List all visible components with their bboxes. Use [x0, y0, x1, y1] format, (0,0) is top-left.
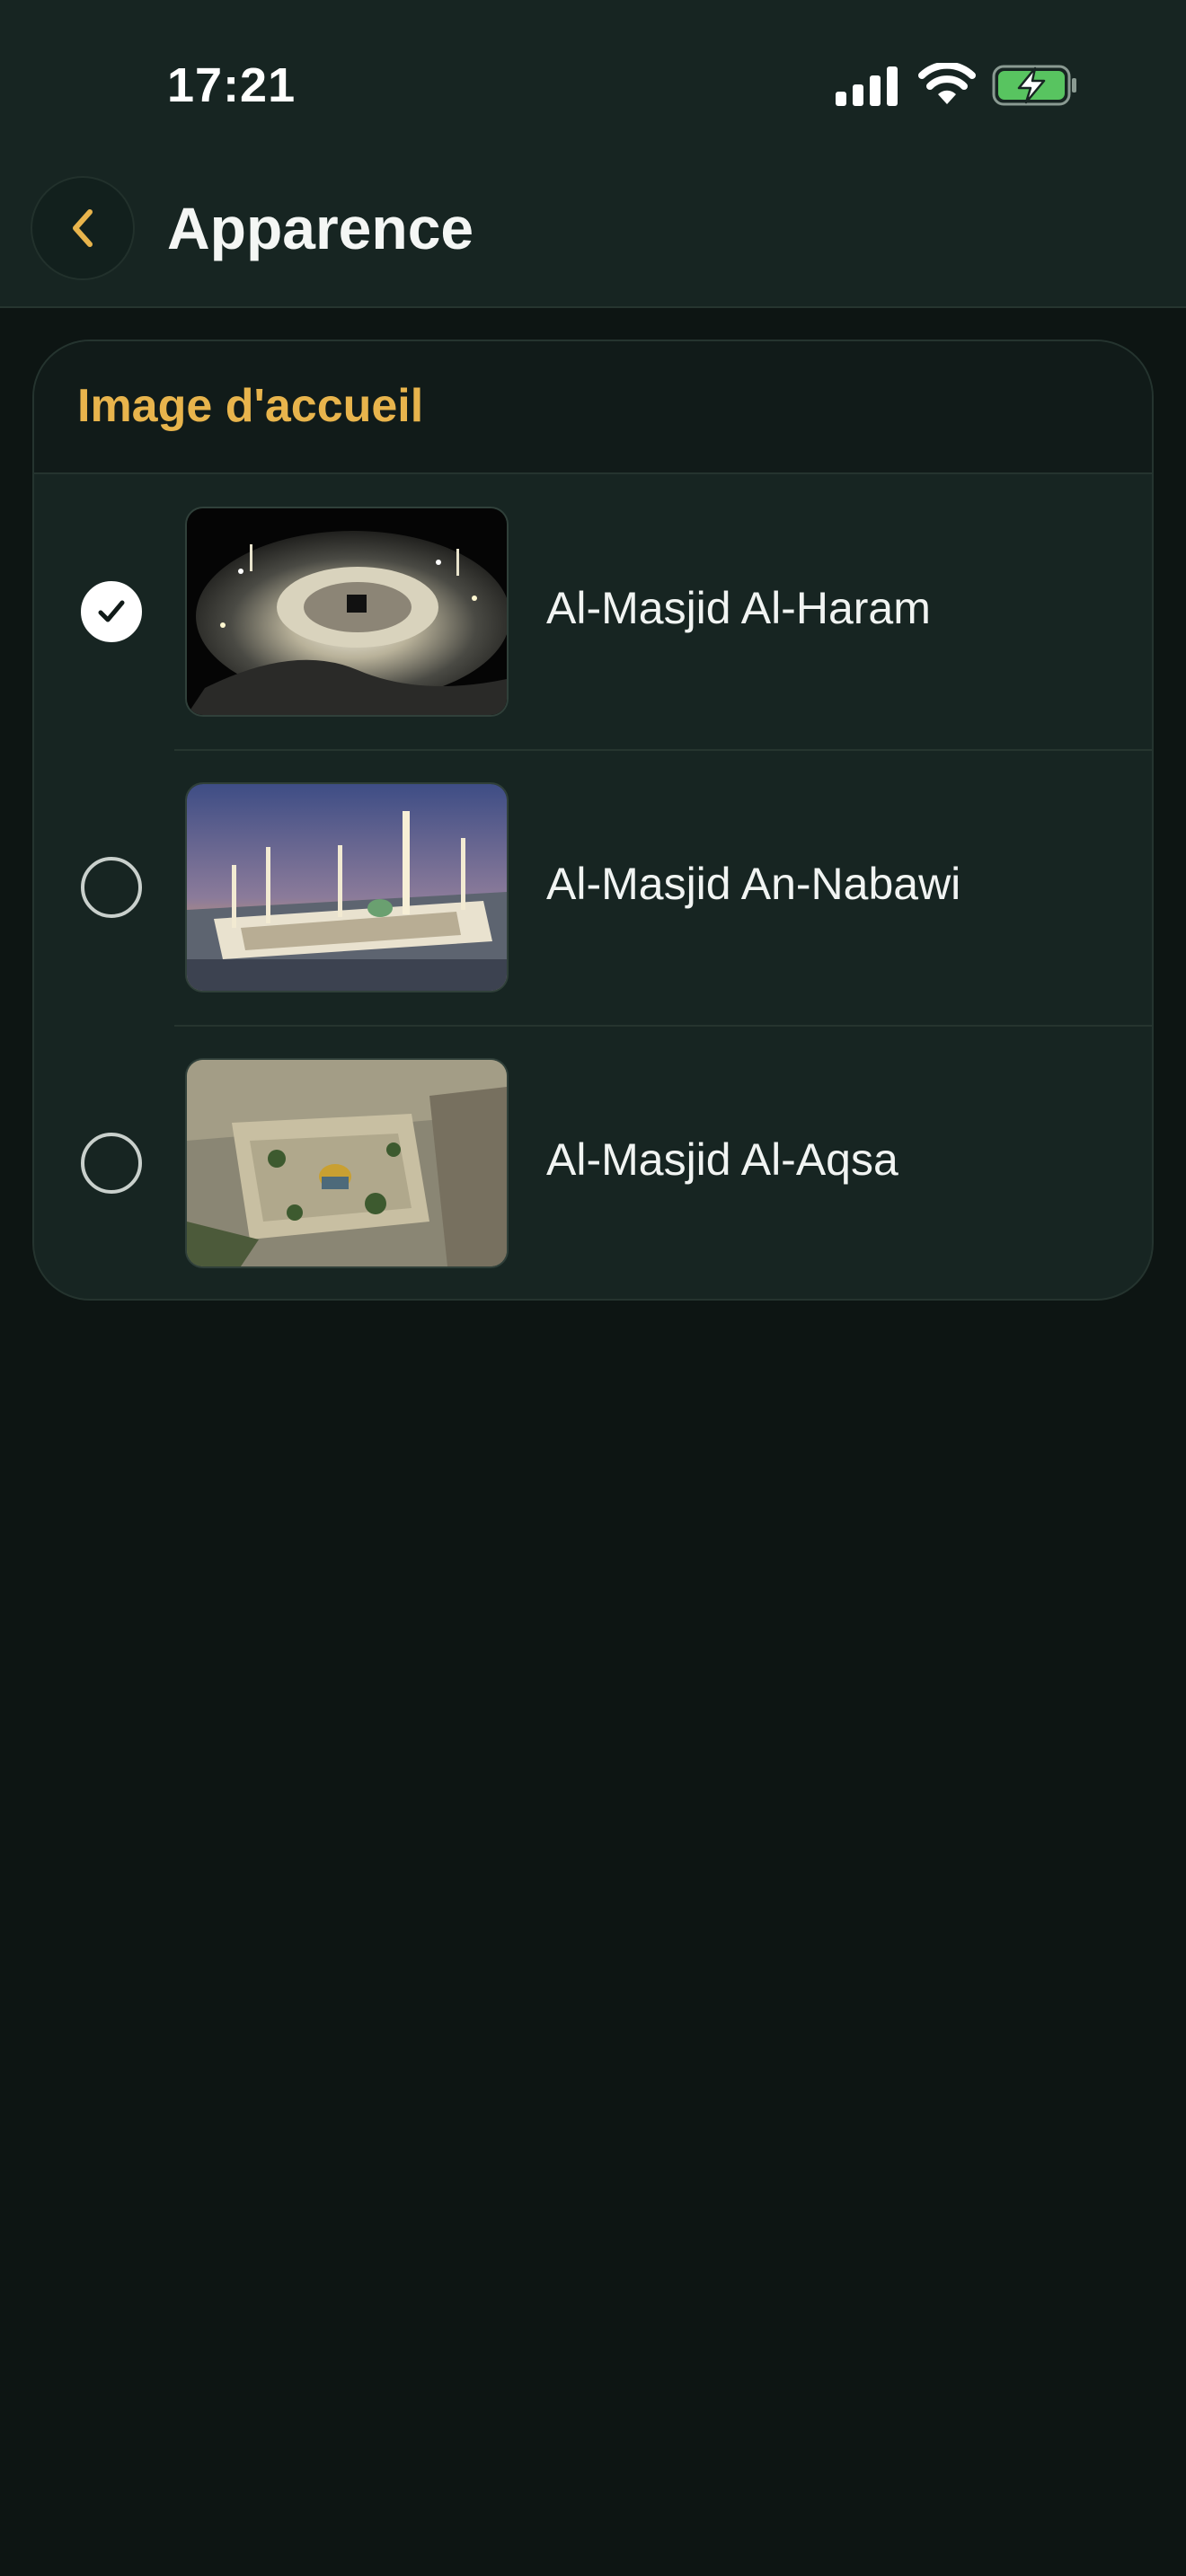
option-label: Al-Masjid Al-Haram [546, 583, 931, 633]
status-bar: 17:21 [0, 0, 1186, 162]
status-time: 17:21 [167, 58, 296, 112]
page-title: Apparence [167, 195, 474, 261]
status-icons [836, 63, 1078, 113]
radio-unselected[interactable] [81, 1133, 142, 1194]
navigation-bar: Apparence [0, 171, 1186, 287]
thumbnail-al-haram [185, 507, 509, 717]
chevron-left-icon [73, 209, 93, 247]
radio-unselected[interactable] [81, 857, 142, 918]
top-bar: 17:21 Apparence [0, 0, 1186, 308]
battery-charging-icon [992, 65, 1076, 106]
option-al-haram[interactable]: Al-Masjid Al-Haram [34, 474, 1152, 749]
home-image-card: Image d'accueil Al-Masjid Al-Haram Al-Ma… [32, 340, 1154, 1301]
checkmark-icon [98, 600, 125, 622]
option-al-aqsa[interactable]: Al-Masjid Al-Aqsa [34, 1026, 1152, 1299]
wifi-icon [918, 63, 976, 104]
section-title: Image d'accueil [77, 380, 424, 432]
option-an-nabawi[interactable]: Al-Masjid An-Nabawi [34, 750, 1152, 1025]
signal-icon [836, 66, 898, 106]
back-button[interactable] [31, 176, 135, 280]
thumbnail-an-nabawi [185, 782, 509, 992]
option-label: Al-Masjid Al-Aqsa [546, 1134, 898, 1185]
thumbnail-al-aqsa [185, 1058, 509, 1268]
radio-selected[interactable] [81, 581, 142, 642]
section-header: Image d'accueil [34, 341, 1152, 474]
option-label: Al-Masjid An-Nabawi [546, 859, 961, 909]
